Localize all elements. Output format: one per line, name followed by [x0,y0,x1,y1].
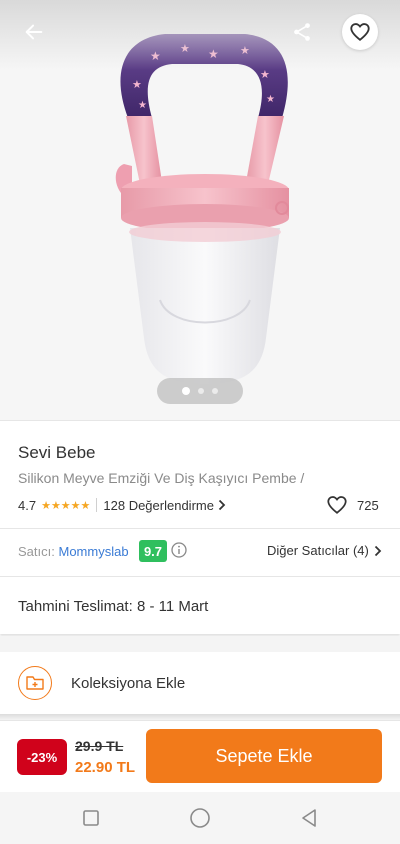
favorite-count[interactable]: 725 [325,493,379,517]
folder-plus-icon [18,666,52,700]
seller-label-row: Satıcı: Mommyslab [18,544,129,559]
add-to-collection-button[interactable]: Koleksiyona Ekle [0,652,400,714]
back-button[interactable] [16,14,52,50]
add-to-cart-button[interactable]: Sepete Ekle [146,729,382,783]
pager-dot[interactable] [198,388,204,394]
brand-name[interactable]: Sevi Bebe [18,443,96,463]
old-price: 29.9 TL [75,738,124,754]
product-image-gallery[interactable]: ★ ★ ★ ★ ★ ★ ★ ★ [0,0,400,420]
home-button[interactable] [188,806,212,830]
svg-text:★: ★ [260,69,270,81]
rating-stars-icon: ★★★★★ [41,499,91,512]
svg-text:★: ★ [132,79,142,91]
other-sellers-label: Diğer Satıcılar (4) [267,543,369,558]
favorite-count-value: 725 [357,497,379,513]
triangle-back-icon [302,809,316,827]
product-name: Silikon Meyve Emziği Ve Diş Kaşıyıcı Pem… [18,470,305,486]
chevron-right-icon [218,499,226,511]
system-nav-bar [0,792,400,844]
image-pager[interactable] [157,378,243,404]
heart-icon [350,23,370,41]
section-spacer [0,636,400,652]
rating-value: 4.7 [18,497,37,513]
share-icon [294,23,310,41]
system-back-button[interactable] [297,806,321,830]
info-icon[interactable] [171,542,187,558]
pager-dot-active[interactable] [182,387,190,395]
svg-text:★: ★ [266,94,275,105]
reviews-link[interactable]: 128 Değerlendirme [103,498,226,513]
discount-badge: -23% [17,739,67,775]
square-icon [83,810,99,826]
svg-text:★: ★ [138,100,147,111]
divider [96,498,98,512]
seller-row: Satıcı: Mommyslab 9.7 Diğer Satıcılar (4… [0,528,400,576]
recents-button[interactable] [79,806,103,830]
share-button[interactable] [284,14,320,50]
add-to-collection-label: Koleksiyona Ekle [71,675,186,692]
pager-dot[interactable] [212,388,218,394]
rating-row: 4.7 ★★★★★ 128 Değerlendirme [18,495,226,515]
arrow-left-icon [25,24,43,40]
delivery-estimate: Tahmini Teslimat: 8 - 11 Mart [18,598,208,615]
seller-label: Satıcı: [18,544,55,559]
delivery-row: Tahmini Teslimat: 8 - 11 Mart [0,576,400,634]
delivery-label: Tahmini Teslimat: [18,598,133,615]
header-gradient [0,0,400,70]
chevron-right-icon [374,545,382,556]
current-price: 22.90 TL [75,759,136,776]
circle-icon [190,808,210,828]
other-sellers-link[interactable]: Diğer Satıcılar (4) [267,543,382,558]
product-info: Sevi Bebe Silikon Meyve Emziği Ve Diş Ka… [0,420,400,528]
buy-bar: -23% 29.9 TL 22.90 TL Sepete Ekle [0,720,400,792]
delivery-dates: 8 - 11 Mart [136,598,209,615]
heart-outline-icon [327,496,347,514]
reviews-label: 128 Değerlendirme [103,497,214,513]
seller-name-link[interactable]: Mommyslab [58,544,128,559]
seller-score-badge: 9.7 [139,540,167,562]
favorite-button[interactable] [342,14,378,50]
